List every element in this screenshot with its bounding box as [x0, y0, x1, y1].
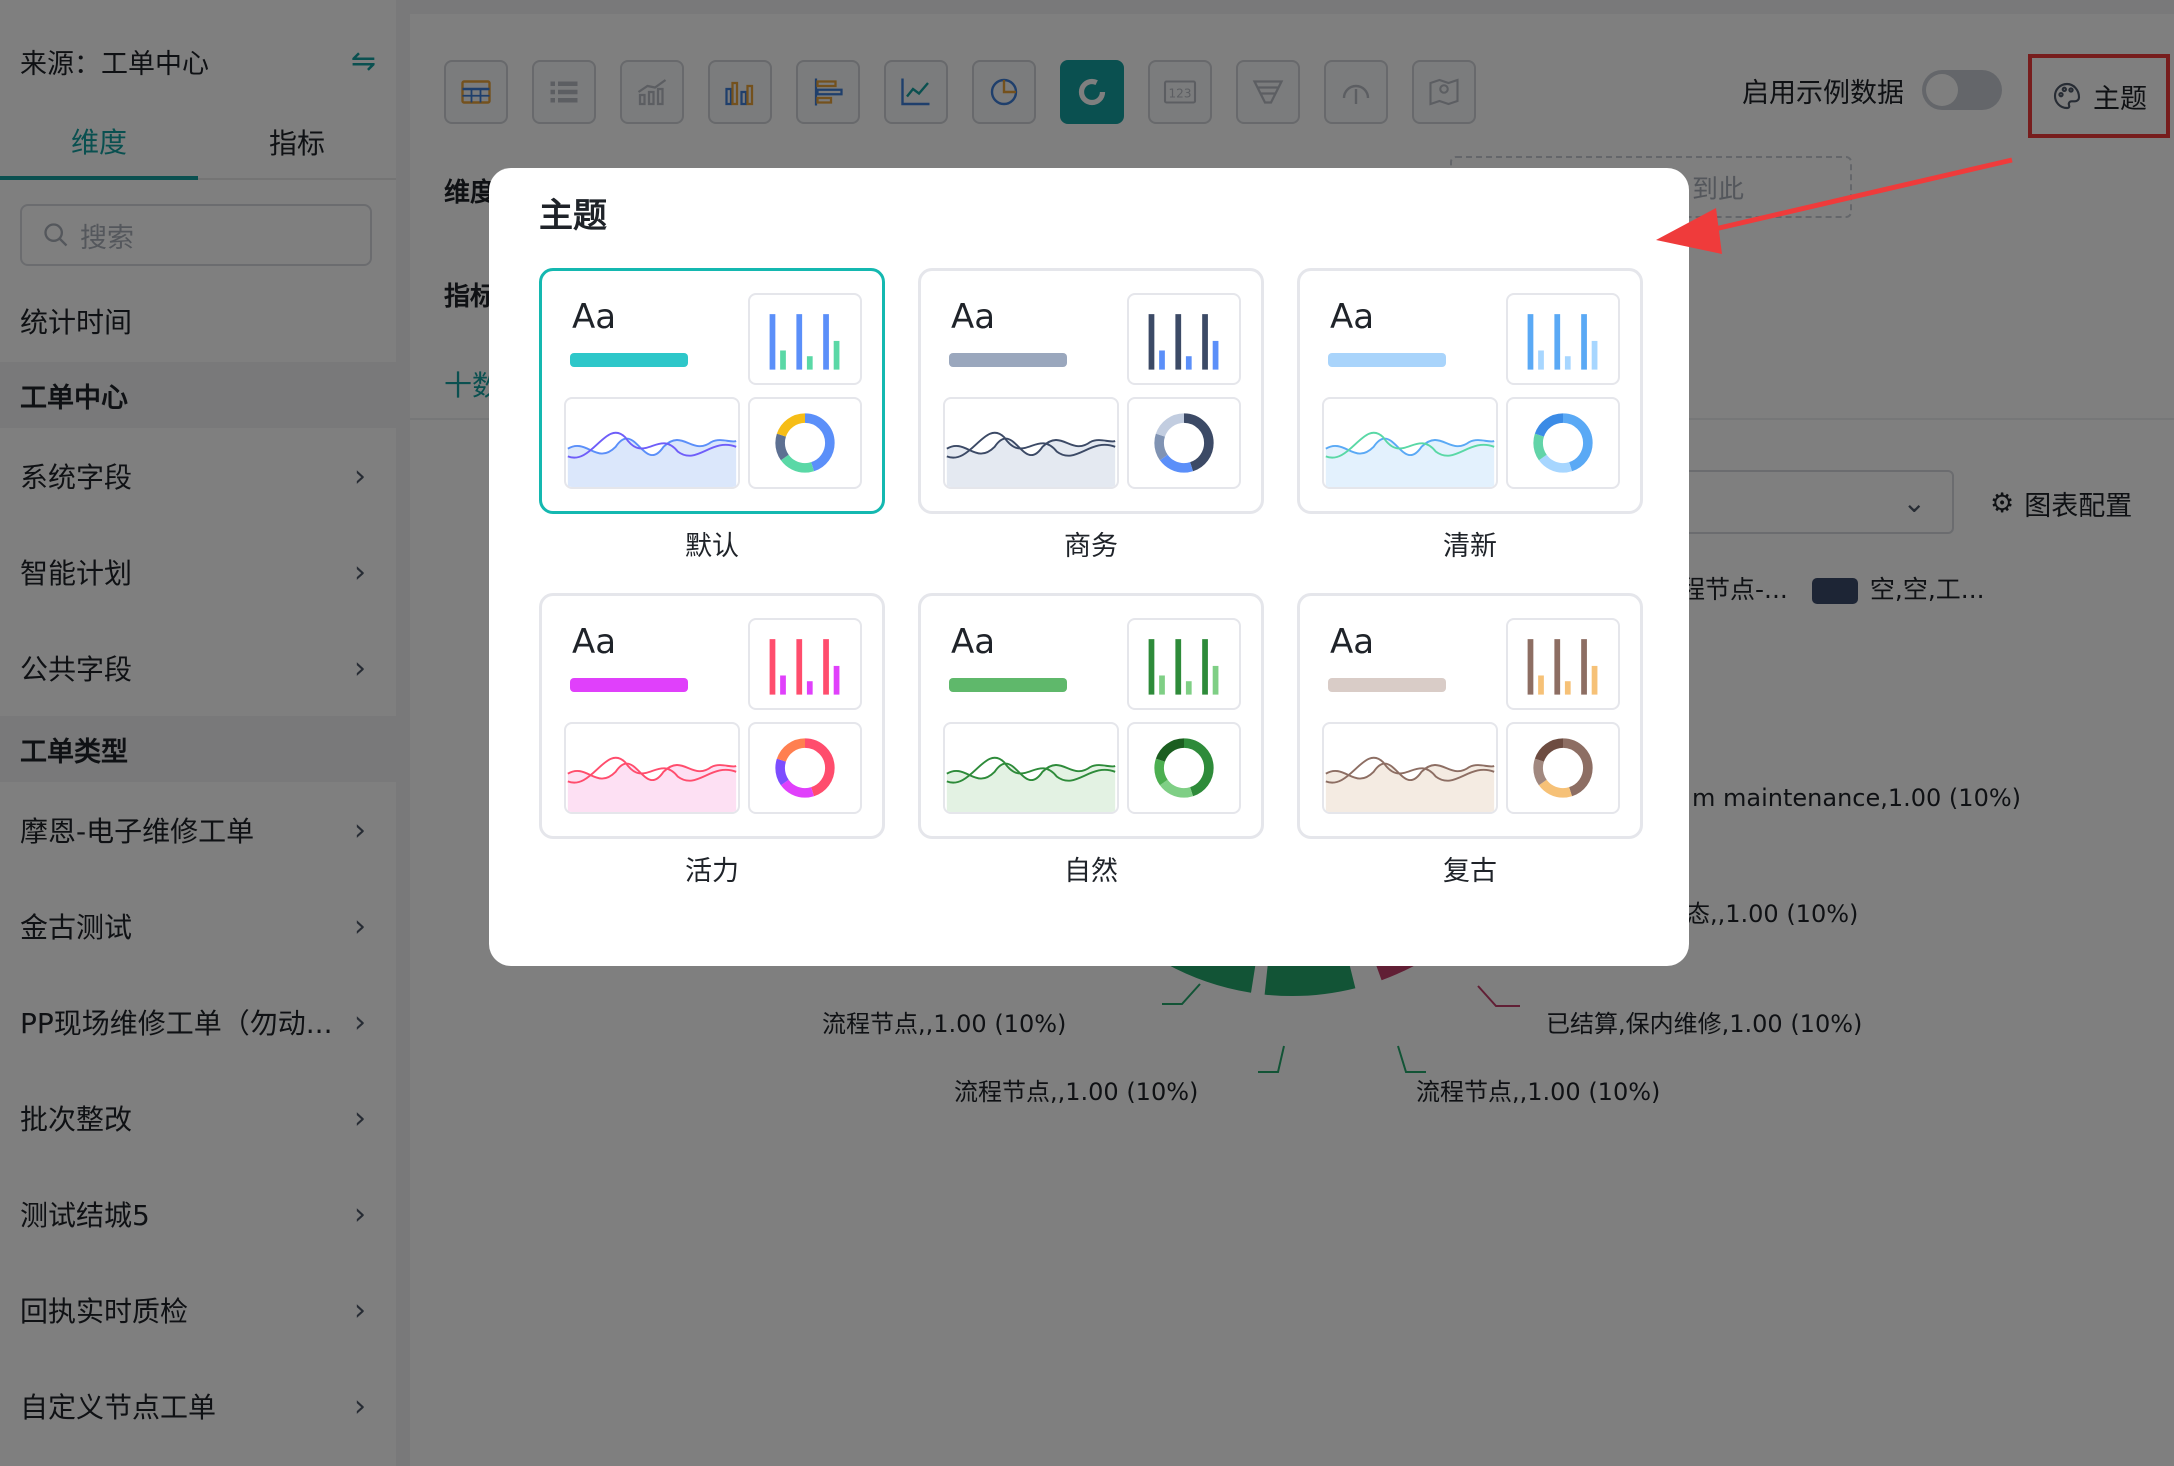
accent-bar — [570, 353, 688, 367]
accent-bar — [1328, 353, 1446, 367]
bar-preview — [748, 293, 862, 385]
bar-preview — [1506, 293, 1620, 385]
accent-bar — [1328, 678, 1446, 692]
bar-preview — [1506, 618, 1620, 710]
wave-preview-icon — [567, 431, 737, 487]
donut-preview-icon — [775, 738, 835, 798]
bar-preview-icon — [1148, 639, 1219, 695]
font-sample: Aa — [572, 297, 617, 337]
theme-card[interactable]: Aa — [1297, 268, 1643, 514]
wave-preview — [943, 397, 1119, 489]
bar-preview-icon — [1527, 314, 1598, 370]
donut-preview-icon — [1533, 738, 1593, 798]
donut-preview-icon — [1154, 413, 1214, 473]
donut-preview — [748, 397, 862, 489]
bar-preview-icon — [1148, 314, 1219, 370]
wave-preview-icon — [946, 756, 1116, 812]
wave-preview — [564, 397, 740, 489]
donut-preview — [1506, 397, 1620, 489]
donut-preview — [1506, 722, 1620, 814]
accent-bar — [949, 353, 1067, 367]
font-sample: Aa — [1330, 622, 1375, 662]
theme-name: 自然 — [1064, 856, 1118, 887]
bar-preview-icon — [769, 639, 840, 695]
theme-name: 商务 — [1064, 531, 1118, 562]
donut-preview — [1127, 722, 1241, 814]
donut-preview-icon — [775, 413, 835, 473]
modal-title: 主题 — [539, 196, 607, 236]
wave-preview-icon — [567, 756, 737, 812]
bar-preview — [1127, 618, 1241, 710]
theme-name: 复古 — [1443, 856, 1497, 887]
theme-card[interactable]: Aa — [1297, 593, 1643, 839]
wave-preview — [1322, 397, 1498, 489]
theme-card[interactable]: Aa — [539, 268, 885, 514]
accent-bar — [949, 678, 1067, 692]
theme-name: 活力 — [685, 856, 739, 887]
wave-preview-icon — [1325, 756, 1495, 812]
theme-card[interactable]: Aa — [918, 268, 1264, 514]
font-sample: Aa — [951, 622, 996, 662]
bar-preview-icon — [1527, 639, 1598, 695]
theme-name: 默认 — [685, 531, 739, 562]
accent-bar — [570, 678, 688, 692]
theme-card[interactable]: Aa — [918, 593, 1264, 839]
wave-preview — [943, 722, 1119, 814]
wave-preview-icon — [1325, 431, 1495, 487]
donut-preview-icon — [1154, 738, 1214, 798]
font-sample: Aa — [572, 622, 617, 662]
bar-preview — [1127, 293, 1241, 385]
donut-preview — [1127, 397, 1241, 489]
font-sample: Aa — [1330, 297, 1375, 337]
wave-preview — [1322, 722, 1498, 814]
bar-preview-icon — [769, 314, 840, 370]
wave-preview-icon — [946, 431, 1116, 487]
bar-preview — [748, 618, 862, 710]
theme-name: 清新 — [1443, 531, 1497, 562]
theme-card[interactable]: Aa — [539, 593, 885, 839]
donut-preview — [748, 722, 862, 814]
theme-modal: 主题 Aa 默认 Aa 商务 Aa 清新 Aa 活力 Aa 自然 Aa 复古 — [489, 168, 1689, 966]
donut-preview-icon — [1533, 413, 1593, 473]
font-sample: Aa — [951, 297, 996, 337]
wave-preview — [564, 722, 740, 814]
